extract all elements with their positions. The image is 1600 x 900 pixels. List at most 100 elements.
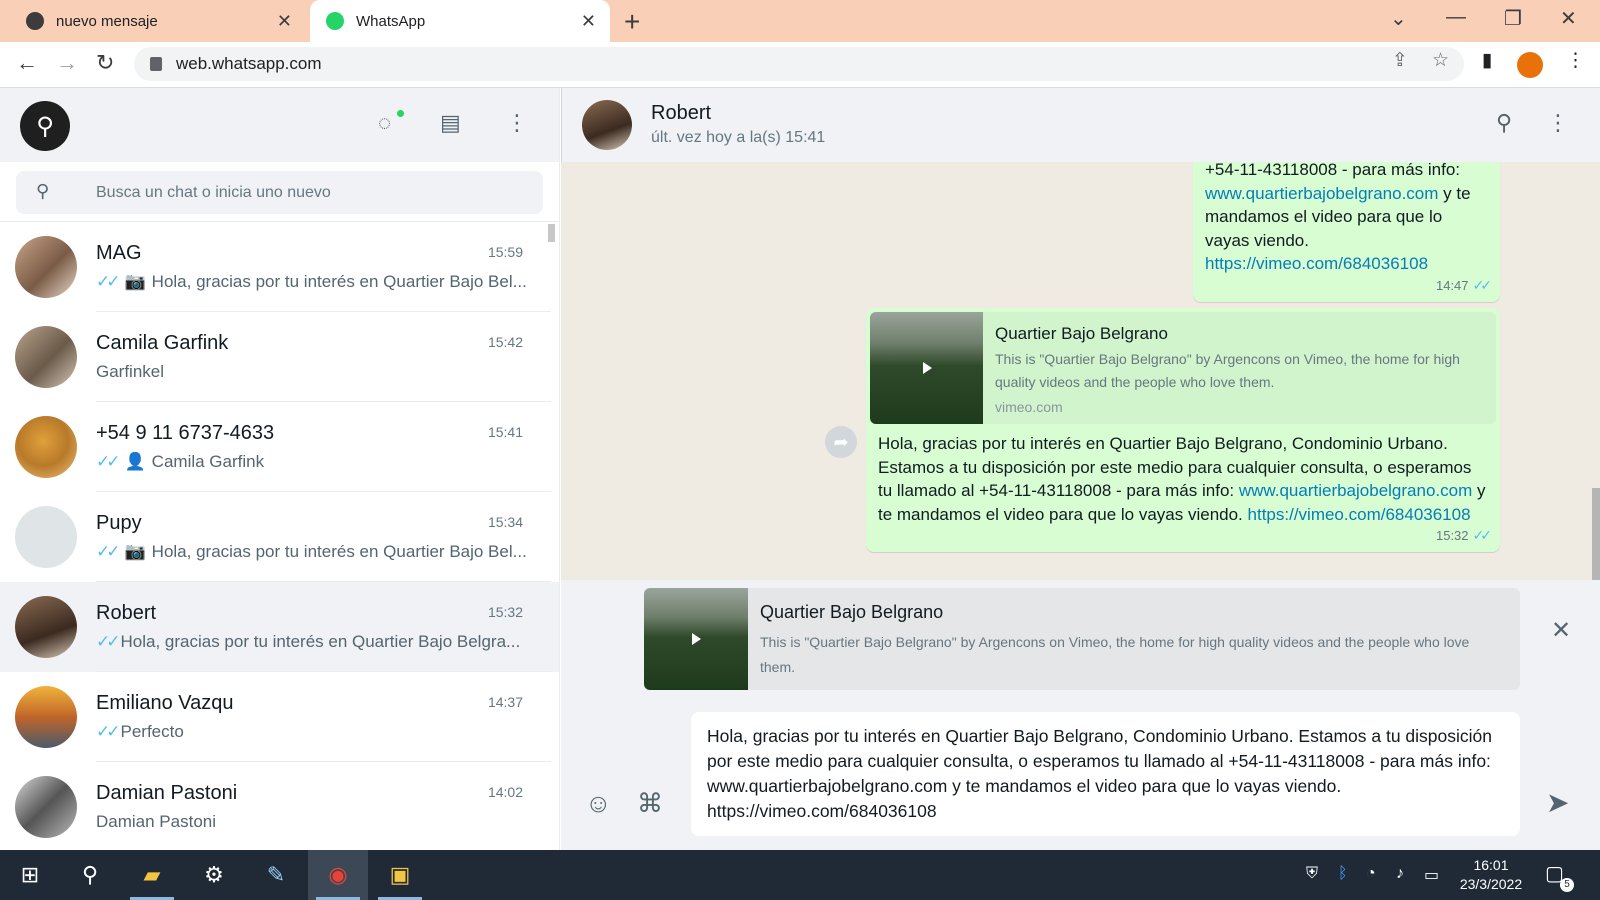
link-preview-domain: vimeo.com [995, 399, 1063, 415]
tab-nuevo-mensaje[interactable]: nuevo mensaje ✕ [0, 0, 306, 42]
chat-preview-text: Hola, gracias por tu interés en Quartier… [151, 272, 527, 291]
conversation-header[interactable]: Robert últ. vez hoy a la(s) 15:41 ⚲ ⋮ [561, 88, 1600, 162]
chat-sidebar: ⚲ ◌ ▤ ⋮ ⚲ MAG 15:59 ✓✓📷Hola, gracias por… [0, 88, 560, 850]
chat-item-mag[interactable]: MAG 15:59 ✓✓ 📷 Hola, gracias por tu interé… [0, 222, 559, 312]
search-bar: ⚲ [0, 162, 559, 222]
search-box: ⚲ [16, 171, 543, 214]
bluetooth-icon[interactable]: ᛒ [1338, 865, 1348, 883]
avatar [15, 686, 77, 748]
restore-icon[interactable]: ❐ [1504, 6, 1522, 31]
chat-item-emiliano-vazqu[interactable]: Emiliano Vazqu 14:37 ✓✓ Perfecto [0, 672, 559, 762]
menu-icon[interactable]: ⋮ [506, 110, 528, 136]
vimeo-link[interactable]: https://vimeo.com/684036108 [1248, 505, 1471, 524]
address-bar[interactable]: web.whatsapp.com [134, 47, 1464, 81]
message-text: Hola, gracias por tu interés en Quartier… [870, 424, 1496, 526]
vimeo-link[interactable]: https://vimeo.com/684036108 [1205, 254, 1428, 273]
chat-item-robert[interactable]: Robert 15:32 ✓✓ Hola, gracias por tu inte… [0, 582, 559, 672]
side-panel-icon[interactable]: ▮ [1482, 49, 1492, 72]
chat-name: Robert [96, 602, 157, 624]
chat-item-damian-pastoni[interactable]: Damian Pastoni 14:02 Damian Pastoni [0, 762, 559, 850]
chat-name: Damian Pastoni [96, 782, 238, 804]
close-tab-icon[interactable]: ✕ [277, 11, 292, 31]
message-bubble-outgoing[interactable]: Quartier Bajo Belgrano This is "Quartier… [866, 308, 1500, 552]
new-chat-icon[interactable]: ▤ [440, 110, 461, 136]
close-tab-icon[interactable]: ✕ [581, 11, 596, 31]
double-check-icon: ✓✓ [1472, 276, 1493, 293]
start-icon[interactable]: ⊞ [0, 850, 60, 900]
forward-icon[interactable]: ➦ [825, 426, 857, 458]
chat-preview: ✓✓ 📷 Hola, gracias por tu interés en Quart… [96, 272, 532, 292]
notification-count-badge: 5 [1560, 878, 1574, 892]
attach-icon[interactable]: ⌘ [637, 788, 663, 819]
status-icon[interactable]: ◌ [378, 110, 391, 136]
chat-time: 14:37 [487, 694, 523, 710]
close-window-icon[interactable]: ✕ [1560, 6, 1577, 31]
message-composer: ☺ ⌘ Hola, gracias por tu interés en Quar… [561, 704, 1600, 850]
messages-scrollbar[interactable] [1592, 488, 1600, 592]
status-unread-dot [397, 110, 404, 117]
profile-avatar[interactable] [1517, 52, 1543, 78]
tab-search-icon[interactable]: ⌄ [1390, 6, 1407, 31]
contact-icon: 👤 [124, 452, 146, 471]
back-icon[interactable]: ← [16, 50, 38, 76]
contact-last-seen: últ. vez hoy a la(s) 15:41 [651, 129, 826, 146]
chat-item-pupy[interactable]: Pupy 15:34 ✓✓ 📷 Hola, gracias por tu inter… [0, 492, 559, 582]
system-clock[interactable]: 16:01 23/3/2022 [1456, 856, 1526, 894]
close-preview-icon[interactable]: ✕ [1551, 616, 1571, 645]
contact-avatar[interactable] [582, 100, 632, 150]
my-profile-avatar[interactable]: ⚲ [20, 101, 70, 151]
settings-icon[interactable]: ⚙ [184, 850, 244, 900]
message-bubble-outgoing[interactable]: +54-11-43118008 - para más info: www.qua… [1193, 162, 1500, 302]
security-icon[interactable]: ⛨ [1306, 865, 1318, 883]
emoji-icon[interactable]: ☺ [585, 788, 612, 819]
chat-item-phone[interactable]: +54 9 11 6737-4633 15:41 ✓✓ 👤 Camila Garfi… [0, 402, 559, 492]
browser-menu-icon[interactable]: ⋮ [1566, 49, 1585, 72]
message-time: 15:32 [1435, 527, 1469, 543]
search-input[interactable] [96, 171, 536, 214]
sidebar-header: ⚲ ◌ ▤ ⋮ [0, 88, 559, 162]
tab-favicon-icon [26, 12, 44, 30]
new-tab-icon[interactable]: + [624, 6, 640, 38]
paint-icon[interactable]: ✎ [246, 850, 306, 900]
chat-item-camila-garfink[interactable]: Camila Garfink 15:42 Garfinkel [0, 312, 559, 402]
bookmark-star-icon[interactable]: ☆ [1432, 49, 1449, 72]
double-check-icon: ✓✓ [96, 452, 120, 471]
composer-link-preview[interactable]: Quartier Bajo Belgrano This is "Quartier… [644, 588, 1520, 690]
message-text: +54-11-43118008 - para más info: www.qua… [1205, 162, 1488, 276]
conversation-menu-icon[interactable]: ⋮ [1547, 110, 1569, 136]
chat-preview: Garfinkel [96, 362, 532, 382]
chat-preview-text: Damian Pastoni [96, 812, 217, 831]
app-icon[interactable]: ▣ [370, 850, 430, 900]
chat-preview-text: Hola, gracias por tu interés en Quartier… [120, 632, 521, 651]
message-input[interactable]: Hola, gracias por tu interés en Quartier… [691, 712, 1520, 836]
wifi-icon[interactable]: ◔ [1366, 865, 1376, 883]
tab-title: nuevo mensaje [56, 12, 158, 30]
clock-date: 23/3/2022 [1459, 876, 1523, 892]
share-icon[interactable]: ⇪ [1392, 49, 1408, 72]
windows-search-icon[interactable]: ⚲ [60, 850, 120, 900]
link-preview-card[interactable]: Quartier Bajo Belgrano This is "Quartier… [870, 312, 1496, 424]
chat-preview: ✓✓ Hola, gracias por tu interés en Quarti… [96, 632, 532, 652]
chrome-icon[interactable]: ◉ [308, 850, 368, 900]
message-time: 14:47 [1435, 277, 1469, 293]
reload-icon[interactable]: ↻ [96, 50, 114, 76]
chat-time: 15:41 [487, 424, 523, 440]
chat-list-scrollbar[interactable] [548, 224, 555, 242]
website-link[interactable]: www.quartierbajobelgrano.com [1205, 184, 1438, 203]
chat-preview-text: Garfinkel [96, 362, 165, 381]
search-icon[interactable]: ⚲ [36, 181, 49, 202]
website-link[interactable]: www.quartierbajobelgrano.com [1239, 481, 1472, 500]
double-check-icon: ✓✓ [96, 272, 120, 291]
search-messages-icon[interactable]: ⚲ [1496, 110, 1512, 136]
video-thumbnail [870, 312, 983, 424]
send-icon[interactable]: ➤ [1546, 786, 1569, 819]
tab-whatsapp[interactable]: WhatsApp ✕ [310, 0, 610, 42]
avatar [15, 236, 77, 298]
file-explorer-icon[interactable]: ▰ [122, 850, 182, 900]
double-check-icon: ✓✓ [96, 542, 120, 561]
forward-icon[interactable]: → [56, 50, 78, 76]
minimize-icon[interactable]: — [1446, 6, 1466, 29]
chat-name: MAG [96, 242, 142, 264]
battery-icon[interactable]: ▭ [1424, 865, 1439, 885]
volume-icon[interactable]: ♪ [1396, 865, 1404, 883]
